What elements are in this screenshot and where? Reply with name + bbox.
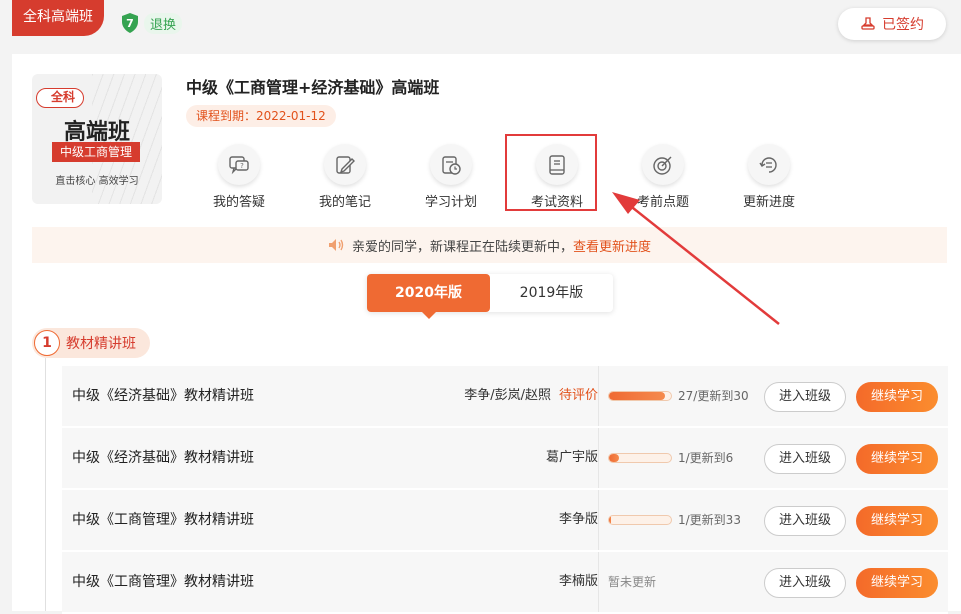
shield-icon: 7 xyxy=(122,13,138,33)
section-header: 1 教材精讲班 xyxy=(32,328,150,358)
signed-button[interactable]: 已签约 xyxy=(838,8,946,40)
progress-text: 1/更新到33 xyxy=(678,513,741,527)
cover-ribbon: 全科 xyxy=(36,88,85,108)
class-name: 中级《工商管理》教材精讲班 xyxy=(72,574,254,590)
progress-text: 暂未更新 xyxy=(608,575,657,589)
section-title: 教材精讲班 xyxy=(66,336,136,352)
divider xyxy=(598,428,599,488)
top-bar: 全科高端班 7 退换 已签约 xyxy=(0,0,961,54)
notice-text: 亲爱的同学，新课程正在陆续更新中， xyxy=(351,239,573,255)
tool-label: 我的答疑 xyxy=(212,195,265,210)
svg-text:?: ? xyxy=(240,162,244,170)
tab-2019[interactable]: 2019年版 xyxy=(490,274,613,312)
cover-subject: 中级工商管理 xyxy=(52,142,140,162)
tool-bar: ? 我的答疑 我的笔记 学习计划 考试资料 考前点题 更新进度 xyxy=(186,144,822,210)
continue-study-button[interactable]: 继续学习 xyxy=(856,444,938,474)
update-notice: 亲爱的同学，新课程正在陆续更新中， 查看更新进度 xyxy=(32,227,947,263)
highlight-box xyxy=(505,134,597,211)
progress-bar xyxy=(608,391,672,401)
progress-text: 27/更新到30 xyxy=(678,389,749,403)
year-switch: 2020年版 2019年版 xyxy=(367,274,613,319)
qa-icon: ? xyxy=(218,144,260,185)
table-row: 中级《工商管理》教材精讲班 李争版 1/更新到33 进入班级 继续学习 xyxy=(62,490,948,552)
course-cover: 全科 高端班 中级工商管理 直击核心 高效学习 xyxy=(32,74,162,204)
plan-icon xyxy=(430,144,472,185)
progress-fill xyxy=(609,516,611,524)
tool-study-plan[interactable]: 学习计划 xyxy=(398,144,504,210)
tool-update-progress[interactable]: 更新进度 xyxy=(716,144,822,210)
continue-study-button[interactable]: 继续学习 xyxy=(856,506,938,536)
tool-my-notes[interactable]: 我的笔记 xyxy=(292,144,398,210)
tool-label: 我的笔记 xyxy=(318,195,371,210)
progress-fill xyxy=(609,392,665,400)
table-row: 中级《工商管理》教材精讲班 李楠版 暂未更新 进入班级 继续学习 xyxy=(62,552,948,614)
divider xyxy=(598,552,599,612)
class-name: 中级《经济基础》教材精讲班 xyxy=(72,388,254,404)
timeline-line xyxy=(45,358,46,611)
teachers: 葛广宇版 xyxy=(545,450,598,465)
teachers: 李争/彭岚/赵照 待评价 xyxy=(464,388,598,403)
course-title: 中级《工商管理+经济基础》高端班 xyxy=(186,78,440,97)
class-name: 中级《经济基础》教材精讲班 xyxy=(72,450,254,466)
expire-badge: 课程到期：2022-01-12 xyxy=(186,105,336,127)
signed-label: 已签约 xyxy=(882,17,924,33)
progress-bar xyxy=(608,515,672,525)
cover-slogan: 直击核心 高效学习 xyxy=(55,176,139,187)
tab-2020[interactable]: 2020年版 xyxy=(367,274,490,319)
note-icon xyxy=(324,144,366,185)
table-row: 中级《经济基础》教材精讲班 葛广宇版 1/更新到6 进入班级 继续学习 xyxy=(62,428,948,490)
target-icon xyxy=(642,144,684,185)
divider xyxy=(598,490,599,550)
tool-label: 学习计划 xyxy=(424,195,477,210)
continue-study-button[interactable]: 继续学习 xyxy=(856,382,938,412)
divider xyxy=(598,366,599,426)
section-number: 1 xyxy=(34,330,60,356)
teachers: 李楠版 xyxy=(558,574,598,589)
enter-class-button[interactable]: 进入班级 xyxy=(764,506,846,536)
svg-text:7: 7 xyxy=(126,17,134,30)
refund-badge[interactable]: 7 退换 xyxy=(120,12,183,34)
course-panel: 全科 高端班 中级工商管理 直击核心 高效学习 中级《工商管理+经济基础》高端班… xyxy=(12,54,961,614)
tool-my-qa[interactable]: ? 我的答疑 xyxy=(186,144,292,210)
enter-class-button[interactable]: 进入班级 xyxy=(764,382,846,412)
class-name: 中级《工商管理》教材精讲班 xyxy=(72,512,254,528)
progress-fill xyxy=(609,454,620,462)
tool-label: 考前点题 xyxy=(636,195,689,210)
stamp-icon xyxy=(861,17,875,30)
view-progress-link[interactable]: 查看更新进度 xyxy=(573,236,651,255)
progress-icon xyxy=(748,144,790,185)
progress-bar xyxy=(608,453,672,463)
refund-label: 退换 xyxy=(144,12,183,34)
tool-key-points[interactable]: 考前点题 xyxy=(610,144,716,210)
speaker-icon xyxy=(328,239,344,251)
continue-study-button[interactable]: 继续学习 xyxy=(856,568,938,598)
table-row: 中级《经济基础》教材精讲班 李争/彭岚/赵照 待评价 27/更新到30 进入班级 … xyxy=(62,366,948,428)
course-type-tag: 全科高端班 xyxy=(12,0,104,36)
enter-class-button[interactable]: 进入班级 xyxy=(764,444,846,474)
teachers: 李争版 xyxy=(558,512,598,527)
tool-label: 更新进度 xyxy=(742,195,795,210)
pending-review-link[interactable]: 待评价 xyxy=(559,388,598,403)
enter-class-button[interactable]: 进入班级 xyxy=(764,568,846,598)
progress-text: 1/更新到6 xyxy=(678,451,734,465)
